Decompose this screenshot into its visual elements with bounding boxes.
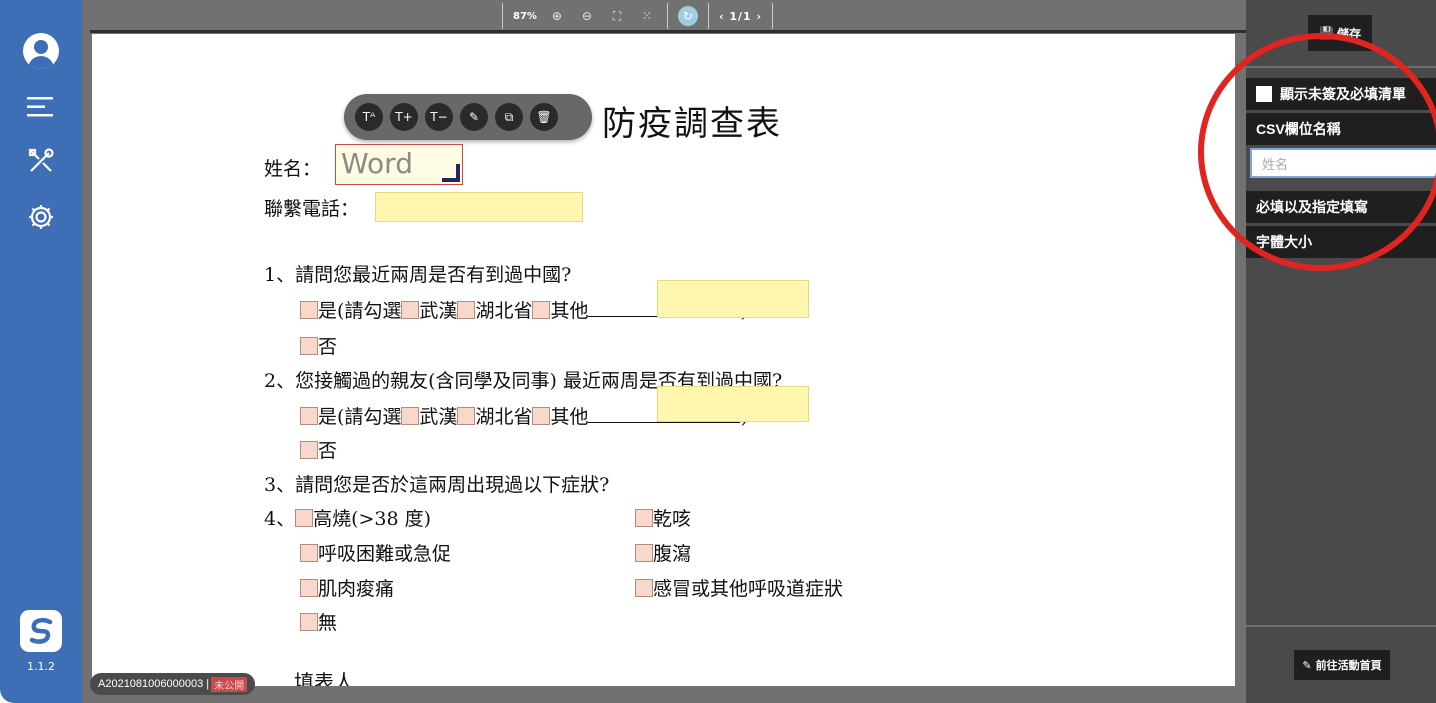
question-1: 1、請問您最近兩周是否有到過中國?: [264, 264, 572, 286]
pencil-icon: ✎: [1302, 658, 1312, 672]
checkbox[interactable]: [635, 544, 653, 562]
csv-header: CSV欄位名稱: [1246, 113, 1436, 145]
app-logo-icon: [20, 610, 62, 652]
symptom-none-row: 無: [300, 608, 337, 635]
checkbox[interactable]: [635, 579, 653, 597]
checkbox[interactable]: [300, 613, 318, 631]
document-id: A2021081006000003 |: [98, 678, 210, 690]
symptom-breath-row: 呼吸困難或急促: [300, 539, 451, 566]
q2-no-row: 否: [300, 436, 337, 463]
checkbox[interactable]: [295, 509, 314, 527]
zoom-in-icon[interactable]: ⊕: [547, 6, 567, 26]
tools-icon[interactable]: [22, 142, 60, 180]
status-badge: 未公開: [211, 676, 248, 692]
csv-field-input[interactable]: 姓名: [1250, 148, 1436, 178]
checkbox[interactable]: [300, 579, 318, 597]
symptom-fever-row: 4、 高燒(>38 度): [264, 508, 432, 530]
checkbox[interactable]: [457, 301, 476, 319]
symptom-muscle-row: 肌肉痠痛: [300, 574, 394, 601]
resize-handle-icon[interactable]: [442, 164, 460, 182]
name-label: 姓名：: [264, 158, 322, 180]
q2-other-field[interactable]: [657, 386, 809, 422]
q1-other-field[interactable]: [657, 280, 809, 318]
fit-width-icon[interactable]: ⁙: [637, 6, 657, 26]
zoom-out-icon[interactable]: ⊖: [577, 6, 597, 26]
page-nav[interactable]: ‹ 1/1 ›: [719, 10, 762, 23]
save-icon: 💾: [1319, 26, 1334, 40]
field-toolbar: Tᴬ T+ T− ✎ ⧉ 🗑: [344, 94, 592, 140]
required-header[interactable]: 必填以及指定填寫: [1246, 191, 1436, 223]
name-field[interactable]: Word: [335, 144, 463, 185]
question-3: 3、請問您是否於這兩周出現過以下症狀?: [264, 474, 610, 496]
checkbox[interactable]: [401, 301, 420, 319]
fit-page-icon[interactable]: ⛶: [607, 6, 627, 26]
document-id-pill: A2021081006000003 | 未公開: [90, 673, 256, 695]
checkbox[interactable]: [532, 301, 551, 319]
checkbox[interactable]: [300, 441, 318, 459]
name-field-value: Word: [341, 147, 413, 180]
phone-label: 聯繫電話：: [264, 198, 360, 220]
checkbox[interactable]: [532, 407, 551, 425]
checkbox[interactable]: [300, 301, 318, 319]
left-sidebar: 1.1.2: [0, 0, 82, 703]
refresh-icon[interactable]: ↻: [677, 6, 698, 26]
symptom-diarrhea-row: 腹瀉: [635, 539, 691, 566]
q1-no-row: 否: [300, 332, 337, 359]
checkbox[interactable]: [457, 407, 476, 425]
version-label: 1.1.2: [27, 660, 55, 673]
symptom-cough-row: 乾咳: [635, 504, 691, 531]
zoom-level: 87%: [513, 10, 537, 22]
go-home-button[interactable]: ✎ 前往活動首頁: [1294, 650, 1390, 680]
symptom-cold-row: 感冒或其他呼吸道症狀: [635, 574, 843, 601]
edit-field-icon[interactable]: ✎: [460, 103, 488, 131]
checkbox[interactable]: [1256, 86, 1272, 102]
duplicate-icon[interactable]: ⧉: [495, 103, 523, 131]
delete-icon[interactable]: 🗑: [530, 103, 558, 131]
properties-panel: 💾 儲存 顯示未簽及必填清單 CSV欄位名稱 姓名 必填以及指定填寫 字體大小 …: [1246, 0, 1436, 703]
font-size-header[interactable]: 字體大小: [1246, 226, 1436, 258]
phone-field[interactable]: [375, 192, 583, 222]
viewer-toolbar: 87% ⊕ ⊖ ⛶ ⁙ ↻ ‹ 1/1 ›: [502, 0, 774, 32]
menu-icon[interactable]: [22, 88, 60, 126]
document-viewer: 87% ⊕ ⊖ ⛶ ⁙ ↻ ‹ 1/1 › 防疫調查表 Tᴬ T+ T− ✎ ⧉…: [82, 0, 1246, 703]
text-style-icon[interactable]: Tᴬ: [355, 103, 383, 131]
page-indicator: 1/1: [729, 9, 752, 23]
checkbox[interactable]: [401, 407, 420, 425]
filler-label: 填表人: [294, 670, 354, 686]
checkbox[interactable]: [635, 509, 653, 527]
checkbox[interactable]: [300, 544, 318, 562]
user-avatar-icon[interactable]: [23, 33, 59, 69]
show-unsigned-toggle[interactable]: 顯示未簽及必填清單: [1246, 78, 1436, 110]
document-title: 防疫調查表: [602, 104, 782, 144]
text-enlarge-icon[interactable]: T+: [390, 103, 418, 131]
save-button[interactable]: 💾 儲存: [1308, 15, 1372, 51]
text-shrink-icon[interactable]: T−: [425, 103, 453, 131]
checkbox[interactable]: [300, 407, 318, 425]
document-page: 防疫調查表 Tᴬ T+ T− ✎ ⧉ 🗑 姓名： Word 聯繫電話： 1、請問…: [92, 34, 1235, 686]
gear-icon[interactable]: [22, 198, 60, 236]
checkbox[interactable]: [300, 337, 318, 355]
